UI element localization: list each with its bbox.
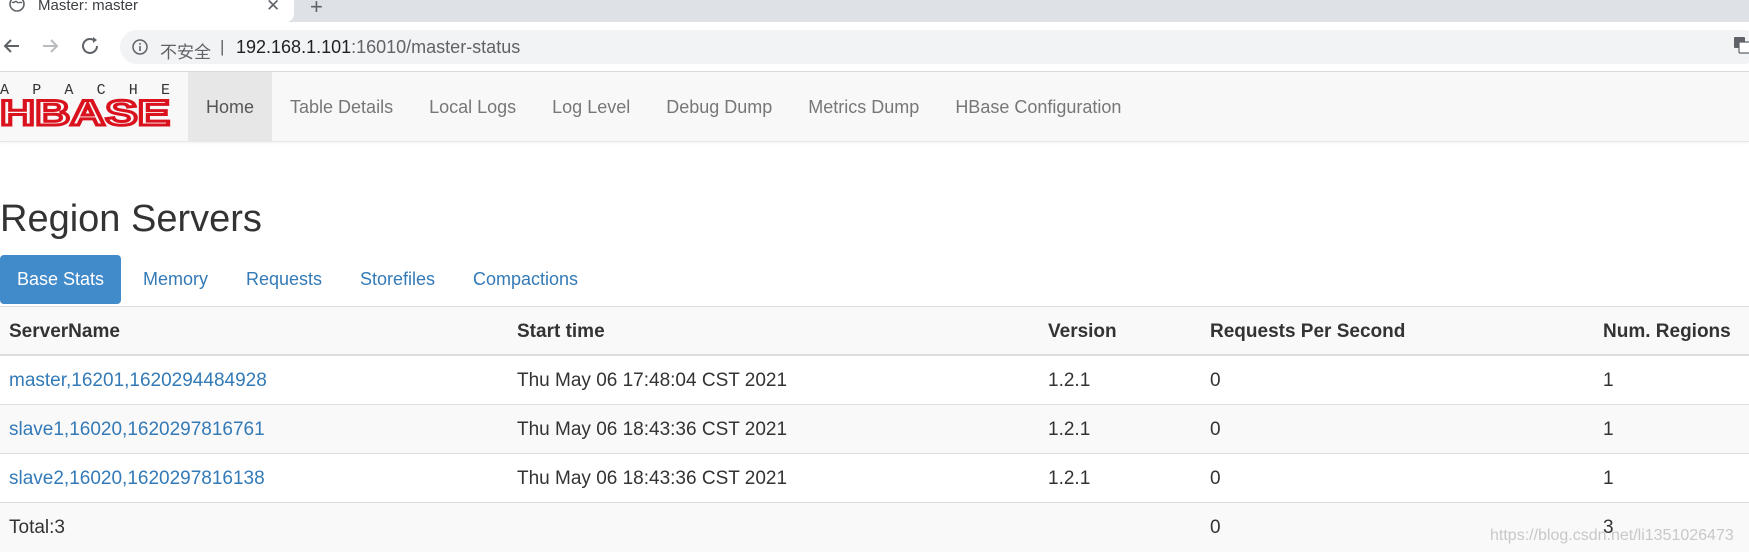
translate-icon[interactable]: [1733, 36, 1749, 54]
reload-icon[interactable]: [78, 34, 102, 58]
nav-metrics-dump[interactable]: Metrics Dump: [790, 72, 937, 142]
regions-cell: 1: [1603, 468, 1614, 489]
start-time-cell: Thu May 06 18:43:36 CST 2021: [517, 468, 788, 489]
globe-icon: [9, 0, 25, 12]
nav-table-details[interactable]: Table Details: [272, 72, 411, 142]
column-header: Num. Regions: [1603, 321, 1731, 342]
browser-tab[interactable]: Master: master ✕: [0, 0, 294, 22]
nav-debug-dump[interactable]: Debug Dump: [648, 72, 790, 142]
nav-log-level[interactable]: Log Level: [534, 72, 648, 142]
nav-local-logs[interactable]: Local Logs: [411, 72, 534, 142]
url-host: 192.168.1.101: [236, 37, 352, 57]
info-icon[interactable]: [132, 39, 148, 55]
tab-storefiles[interactable]: Storefiles: [360, 255, 435, 304]
tab-compactions[interactable]: Compactions: [473, 255, 578, 304]
requests-cell: 0: [1210, 468, 1221, 489]
tab-requests[interactable]: Requests: [246, 255, 322, 304]
server-name-link[interactable]: slave2,16020,1620297816138: [9, 454, 265, 503]
requests-cell: 0: [1210, 370, 1221, 391]
forward-arrow-icon[interactable]: [38, 34, 62, 58]
back-arrow-icon[interactable]: [0, 34, 24, 58]
browser-tab-strip: Master: master ✕ +: [0, 0, 1749, 22]
tab-memory[interactable]: Memory: [143, 255, 208, 304]
start-time-cell: Thu May 06 18:43:36 CST 2021: [517, 419, 788, 440]
table-row: slave2,16020,1620297816138 Thu May 06 18…: [0, 454, 1749, 503]
version-cell: 1.2.1: [1048, 370, 1091, 391]
tab-base-stats[interactable]: Base Stats: [0, 255, 121, 304]
hbase-logo[interactable]: APACHE HBASE: [0, 80, 172, 128]
nav-home[interactable]: Home: [188, 72, 273, 142]
total-label: Total:3: [9, 517, 65, 538]
new-tab-icon[interactable]: +: [310, 0, 323, 20]
server-name-link[interactable]: slave1,16020,1620297816761: [9, 405, 265, 454]
url-text[interactable]: 192.168.1.101:16010/master-status: [236, 37, 520, 58]
url-separator: |: [220, 37, 225, 56]
total-requests: 0: [1210, 517, 1221, 538]
table-header-row: ServerName Start time Version Requests P…: [0, 307, 1749, 356]
hbase-navbar: APACHE HBASE Home Table Details Local Lo…: [0, 72, 1749, 142]
tab-title: Master: master: [38, 0, 139, 14]
column-header: Start time: [517, 321, 605, 342]
navbar-menu: Home Table Details Local Logs Log Level …: [188, 72, 1139, 142]
requests-cell: 0: [1210, 419, 1221, 440]
regions-cell: 1: [1603, 419, 1614, 440]
url-path: :16010/master-status: [351, 37, 521, 57]
version-cell: 1.2.1: [1048, 419, 1091, 440]
address-bar[interactable]: 不安全 | 192.168.1.101:16010/master-status: [120, 30, 1749, 64]
nav-hbase-configuration[interactable]: HBase Configuration: [937, 72, 1139, 142]
column-header: Requests Per Second: [1210, 321, 1406, 342]
region-server-tabs: Base Stats Memory Requests Storefiles Co…: [0, 255, 1749, 306]
table-row: slave1,16020,1620297816761 Thu May 06 18…: [0, 405, 1749, 454]
svg-text:HBASE: HBASE: [0, 94, 170, 128]
regions-cell: 1: [1603, 370, 1614, 391]
column-header: Version: [1048, 321, 1117, 342]
watermark: https://blog.csdn.net/li1351026473: [1490, 527, 1734, 544]
server-name-link[interactable]: master,16201,1620294484928: [9, 356, 267, 405]
version-cell: 1.2.1: [1048, 468, 1091, 489]
column-header: ServerName: [9, 321, 120, 342]
start-time-cell: Thu May 06 17:48:04 CST 2021: [517, 370, 788, 391]
security-label: 不安全: [160, 43, 211, 62]
close-icon[interactable]: ✕: [266, 0, 280, 16]
table-total-row: Total:3 0 3: [0, 503, 1749, 552]
browser-toolbar: 不安全 | 192.168.1.101:16010/master-status: [0, 22, 1749, 72]
region-servers-table: ServerName Start time Version Requests P…: [0, 306, 1749, 552]
page-title: Region Servers: [0, 198, 262, 240]
table-row: master,16201,1620294484928 Thu May 06 17…: [0, 356, 1749, 405]
